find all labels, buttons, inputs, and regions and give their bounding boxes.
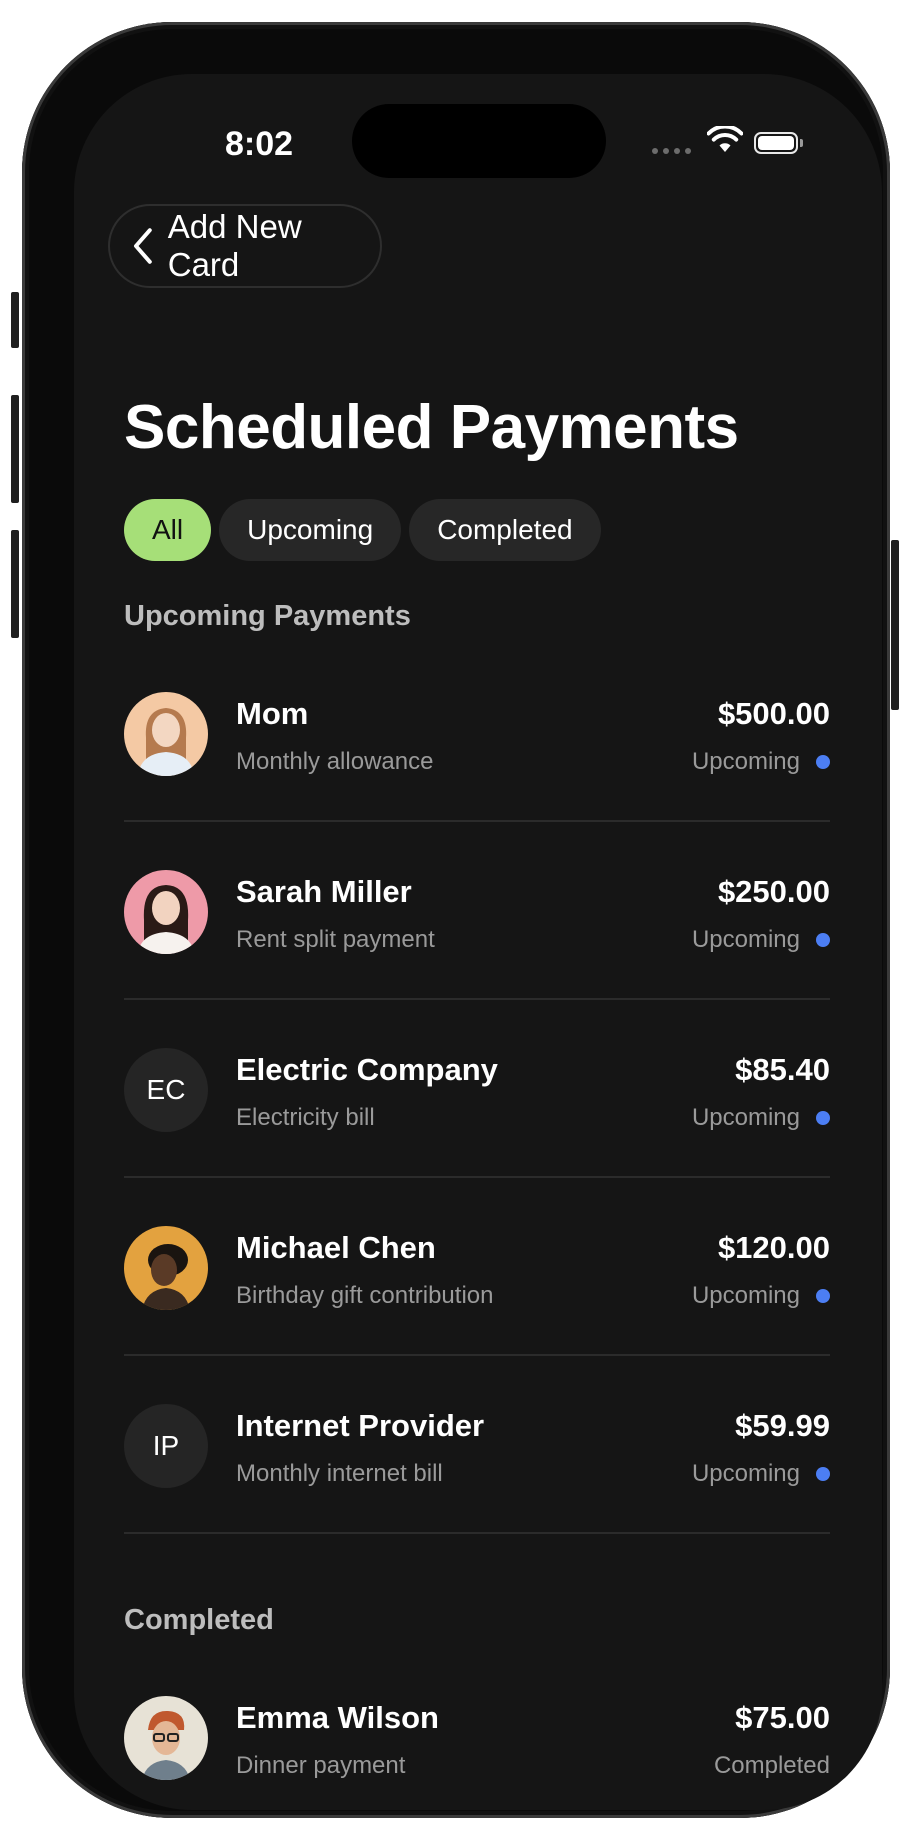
status-badge: Completed bbox=[714, 1752, 830, 1780]
status-badge: Upcoming bbox=[692, 748, 830, 776]
payment-amount: $120.00 bbox=[717, 1230, 830, 1265]
page-title: Scheduled Payments bbox=[124, 393, 739, 462]
avatar bbox=[124, 1226, 208, 1310]
payment-description: Birthday gift contribution bbox=[236, 1282, 494, 1309]
upcoming-section-title: Upcoming Payments bbox=[124, 600, 411, 632]
status-badge: Upcoming bbox=[692, 1282, 830, 1310]
status-label: Upcoming bbox=[691, 1104, 800, 1131]
payee-name: Sarah Miller bbox=[236, 874, 412, 909]
payment-row[interactable]: Emma Wilson Dinner payment $75.00 Comple… bbox=[124, 1648, 830, 1810]
payee-name: Emma Wilson bbox=[236, 1700, 439, 1735]
payment-row[interactable]: IP Internet Provider Monthly internet bi… bbox=[124, 1356, 830, 1534]
back-button[interactable]: Add New Card bbox=[108, 204, 382, 288]
power-button bbox=[891, 540, 899, 710]
filter-completed[interactable]: Completed bbox=[409, 499, 601, 561]
payment-row[interactable]: Michael Chen Birthday gift contribution … bbox=[124, 1178, 830, 1356]
payment-description: Rent split payment bbox=[236, 926, 435, 953]
status-label: Completed bbox=[713, 1752, 830, 1779]
status-badge: Upcoming bbox=[692, 1104, 830, 1132]
avatar-initials: EC bbox=[124, 1048, 208, 1132]
avatar bbox=[124, 1696, 208, 1780]
row-divider bbox=[124, 1532, 830, 1534]
payment-amount: $85.40 bbox=[735, 1052, 830, 1087]
status-label: Upcoming bbox=[691, 1282, 800, 1309]
status-dot-icon bbox=[816, 1289, 830, 1303]
payment-amount: $250.00 bbox=[717, 874, 830, 909]
payment-description: Monthly allowance bbox=[236, 748, 434, 775]
battery-tip bbox=[800, 139, 803, 147]
screen: 8:02 Add New Card Scheduled Payments All… bbox=[74, 74, 882, 1810]
back-button-label: Add New Card bbox=[167, 208, 302, 283]
filter-all[interactable]: All bbox=[124, 499, 212, 561]
payment-description: Monthly internet bill bbox=[236, 1460, 443, 1487]
volume-up-button bbox=[11, 395, 19, 503]
payment-description: Electricity bill bbox=[236, 1104, 375, 1131]
avatar bbox=[124, 870, 208, 954]
payee-name: Internet Provider bbox=[236, 1408, 485, 1443]
battery-icon bbox=[754, 132, 798, 154]
completed-section-title: Completed bbox=[124, 1604, 274, 1636]
status-badge: Upcoming bbox=[692, 926, 830, 954]
status-dot-icon bbox=[816, 933, 830, 947]
action-button bbox=[11, 292, 19, 348]
avatar-initials: IP bbox=[124, 1404, 208, 1488]
status-dot-icon bbox=[816, 1467, 830, 1481]
dynamic-island bbox=[352, 104, 606, 178]
payment-description: Dinner payment bbox=[236, 1752, 406, 1779]
status-dot-icon bbox=[816, 755, 830, 769]
payee-name: Electric Company bbox=[236, 1052, 498, 1087]
payment-amount: $59.99 bbox=[735, 1408, 830, 1443]
status-bar: 8:02 bbox=[74, 74, 882, 204]
payment-row[interactable]: Mom Monthly allowance $500.00 Upcoming bbox=[124, 644, 830, 822]
phone-frame: 8:02 Add New Card Scheduled Payments All… bbox=[22, 22, 890, 1818]
status-dot-icon bbox=[816, 1111, 830, 1125]
filter-upcoming[interactable]: Upcoming bbox=[219, 499, 402, 561]
status-time: 8:02 bbox=[224, 125, 294, 163]
volume-down-button bbox=[11, 530, 19, 638]
wifi-icon bbox=[707, 126, 743, 152]
status-label: Upcoming bbox=[691, 1460, 800, 1487]
status-label: Upcoming bbox=[691, 748, 800, 775]
payee-name: Michael Chen bbox=[236, 1230, 436, 1265]
payee-name: Mom bbox=[236, 696, 309, 731]
avatar bbox=[124, 692, 208, 776]
payment-amount: $75.00 bbox=[735, 1700, 830, 1735]
status-label: Upcoming bbox=[691, 926, 800, 953]
payment-row[interactable]: EC Electric Company Electricity bill $85… bbox=[124, 1000, 830, 1178]
payment-amount: $500.00 bbox=[717, 696, 830, 731]
chevron-left-icon bbox=[133, 228, 152, 264]
status-badge: Upcoming bbox=[692, 1460, 830, 1488]
payment-row[interactable]: Sarah Miller Rent split payment $250.00 … bbox=[124, 822, 830, 1000]
filter-tabs: All Upcoming Completed bbox=[124, 499, 601, 561]
cellular-signal-icon bbox=[652, 148, 691, 154]
